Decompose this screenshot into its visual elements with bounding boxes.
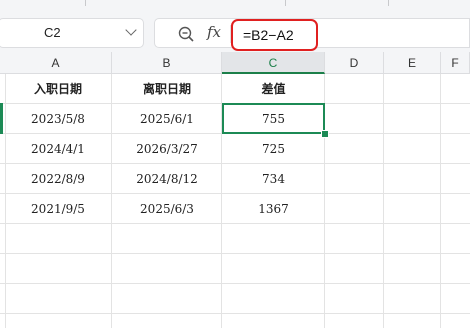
name-box-value: C2 <box>44 25 61 40</box>
chevron-down-icon[interactable] <box>125 24 137 36</box>
cell-c5[interactable]: 1367 <box>222 194 325 224</box>
function-icon[interactable]: fx <box>207 23 221 41</box>
cell-b3[interactable]: 2026/3/27 <box>112 134 222 164</box>
column-header-d[interactable]: D <box>325 52 384 74</box>
name-box[interactable]: C2 <box>0 18 144 48</box>
cell-b4[interactable]: 2024/8/12 <box>112 164 222 194</box>
grid-line <box>440 74 441 328</box>
cell-a4[interactable]: 2022/8/9 <box>5 164 111 194</box>
cell-b2[interactable]: 2025/6/1 <box>112 104 222 134</box>
column-header-e[interactable]: E <box>384 52 441 74</box>
active-row-indicator <box>0 103 3 134</box>
cell-b5[interactable]: 2025/6/3 <box>112 194 222 224</box>
cell-c3[interactable]: 725 <box>222 134 325 164</box>
grid-line <box>383 74 384 328</box>
cell-a2[interactable]: 2023/5/8 <box>5 104 111 134</box>
column-header-f[interactable]: F <box>441 52 470 74</box>
ribbon-divider <box>388 0 389 6</box>
grid-line <box>0 283 470 284</box>
ribbon-divider <box>285 0 286 6</box>
column-header-b[interactable]: B <box>112 52 222 74</box>
column-header-c[interactable]: C <box>222 52 325 74</box>
cell-a3[interactable]: 2024/4/1 <box>5 134 111 164</box>
cell-a5[interactable]: 2021/9/5 <box>5 194 111 224</box>
grid-line <box>0 313 470 314</box>
grid-line <box>0 253 470 254</box>
zoom-out-icon[interactable] <box>177 25 195 43</box>
header-cell-difference[interactable]: 差值 <box>222 74 325 104</box>
cell-c4[interactable]: 734 <box>222 164 325 194</box>
formula-bar: C2 fx =B2−A2 <box>0 8 470 52</box>
spreadsheet-grid: A B C D E F 入职日期 离职日期 差值 2023/5/8 2025/6… <box>0 52 470 328</box>
selected-cell-outline <box>222 103 325 134</box>
fill-handle[interactable] <box>321 130 329 138</box>
header-cell-hire-date[interactable]: 入职日期 <box>5 74 111 104</box>
ribbon-divider <box>85 0 86 6</box>
formula-text: =B2−A2 <box>243 27 294 43</box>
column-header-a[interactable]: A <box>0 52 112 74</box>
formula-input[interactable]: =B2−A2 <box>231 19 318 51</box>
header-cell-leave-date[interactable]: 离职日期 <box>112 74 222 104</box>
